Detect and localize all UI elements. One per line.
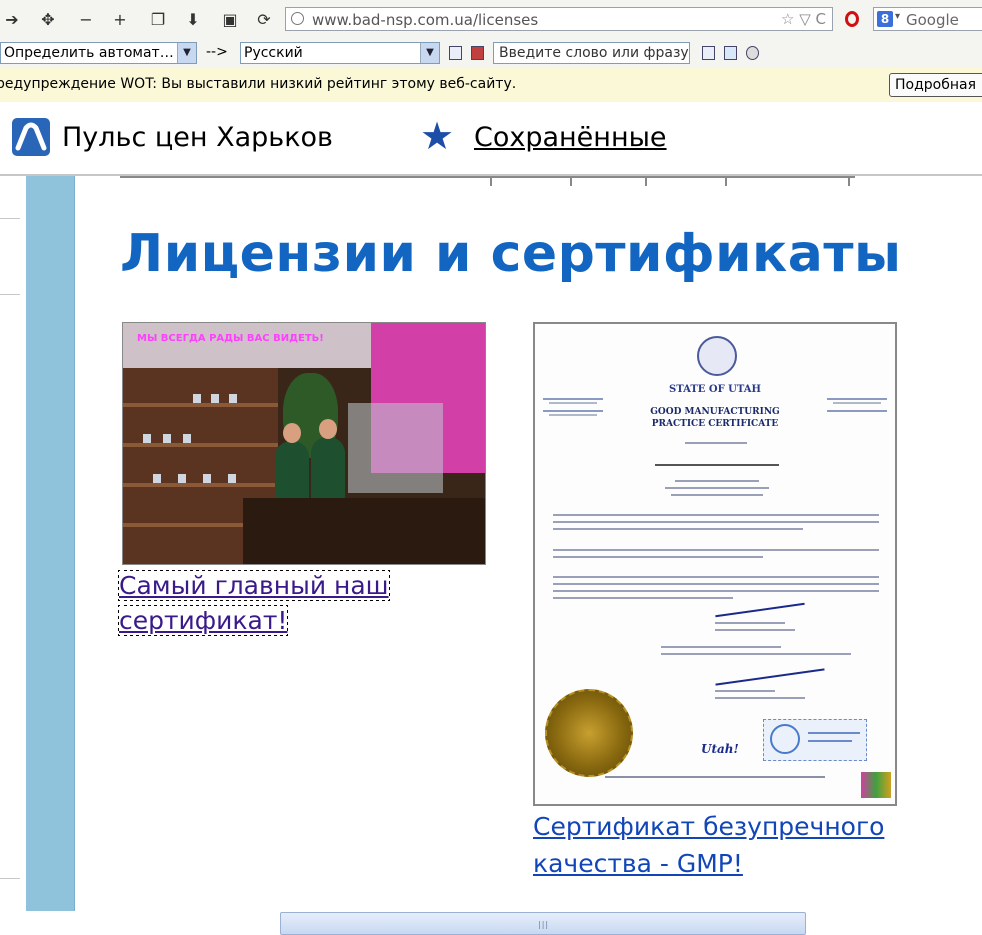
star-icon[interactable]: ★ [420,116,454,156]
target-language-value: Русский [244,45,303,61]
bookmark-star-icon[interactable]: ☆ ▽ C [781,10,826,28]
gold-seal-icon [545,689,633,777]
copy-icon[interactable]: ❐ [146,8,170,32]
wot-warning-bar: редупреждение WOT: Вы выставили низкий р… [0,68,982,103]
certificate-side-left [543,396,603,418]
zoom-in-icon[interactable]: + [108,8,132,32]
download-icon[interactable]: ⬇ [181,8,205,32]
certificate-side-right [827,396,887,414]
wot-details-button[interactable]: Подробная [889,73,982,97]
translate-page-icon[interactable] [449,46,462,60]
left-page-edge [0,176,26,911]
utah-logo-text: Utah! [701,742,739,756]
dictionary-icon[interactable] [471,46,484,60]
direction-arrow: --> [206,44,228,60]
scrollbar-grip-icon[interactable]: ||| [538,920,549,929]
reload-icon[interactable]: ⟳ [252,8,276,32]
chevron-down-icon[interactable]: ▼ [420,43,439,63]
horizontal-scrollbar[interactable]: ||| [280,912,806,935]
corner-logo-icon [861,772,891,798]
certificate-state: STATE OF UTAH [669,384,761,395]
translator-toolbar: Определить автомат… ▼ --> Русский ▼ Введ… [0,40,982,69]
translate-text-icon[interactable] [702,46,715,60]
move-icon[interactable]: ✥ [36,8,60,32]
chevron-down-icon[interactable]: ▾ [895,11,900,22]
gmp-certificate-image[interactable]: STATE OF UTAH GOOD MANUFACTURING PRACTIC… [533,322,897,806]
state-seal-icon [697,336,737,376]
divider [0,878,20,879]
opera-icon[interactable] [845,11,859,27]
address-text: www.bad-nsp.com.ua/licenses [312,11,539,29]
phrase-input[interactable]: Введите слово или фразу [493,42,690,64]
search-engine-name: Google [906,11,959,29]
site-title[interactable]: Пульс цен Харьков [62,122,333,153]
people-icon[interactable] [724,46,737,60]
side-column [26,176,75,911]
saved-link[interactable]: Сохранённые [474,122,667,153]
chevron-down-icon[interactable]: ▼ [177,43,196,63]
browser-toolbar: ➔ ✥ − + ❐ ⬇ ▣ ⟳ www.bad-nsp.com.ua/licen… [0,0,982,41]
address-bar[interactable]: www.bad-nsp.com.ua/licenses ☆ ▽ C [285,7,833,31]
page-title: Лицензии и сертификаты [120,224,902,284]
divider [0,294,20,295]
window-icon[interactable]: ▣ [218,8,242,32]
search-engine-box[interactable]: 8 ▾ Google [873,7,982,31]
pulse-logo-icon[interactable] [12,118,50,156]
gmp-certificate-link[interactable]: Сертификат безупречного качества - GMP! [533,808,893,882]
main-certificate-link-text[interactable]: Самый главный наш сертификат! [118,570,390,636]
zoom-out-icon[interactable]: − [74,8,98,32]
forward-icon[interactable]: ➔ [0,8,24,32]
google-icon[interactable]: 8 [877,11,893,27]
store-photo[interactable]: МЫ ВСЕГДА РАДЫ ВАС ВИДЕТЬ! [122,322,486,565]
source-language-select[interactable]: Определить автомат… ▼ [0,42,197,64]
top-nav-fragment [120,176,855,186]
certificate-stamp [763,719,867,761]
globe-icon [291,12,304,25]
site-header: Пульс цен Харьков ★ Сохранённые [0,102,982,176]
gear-icon[interactable] [746,46,759,60]
main-certificate-link[interactable]: Самый главный наш сертификат! [118,568,431,638]
target-language-select[interactable]: Русский ▼ [240,42,440,64]
divider [0,218,20,219]
source-language-value: Определить автомат… [4,45,174,61]
wot-warning-text: редупреждение WOT: Вы выставили низкий р… [0,76,517,92]
photo-banner-text: МЫ ВСЕГДА РАДЫ ВАС ВИДЕТЬ! [137,333,324,344]
